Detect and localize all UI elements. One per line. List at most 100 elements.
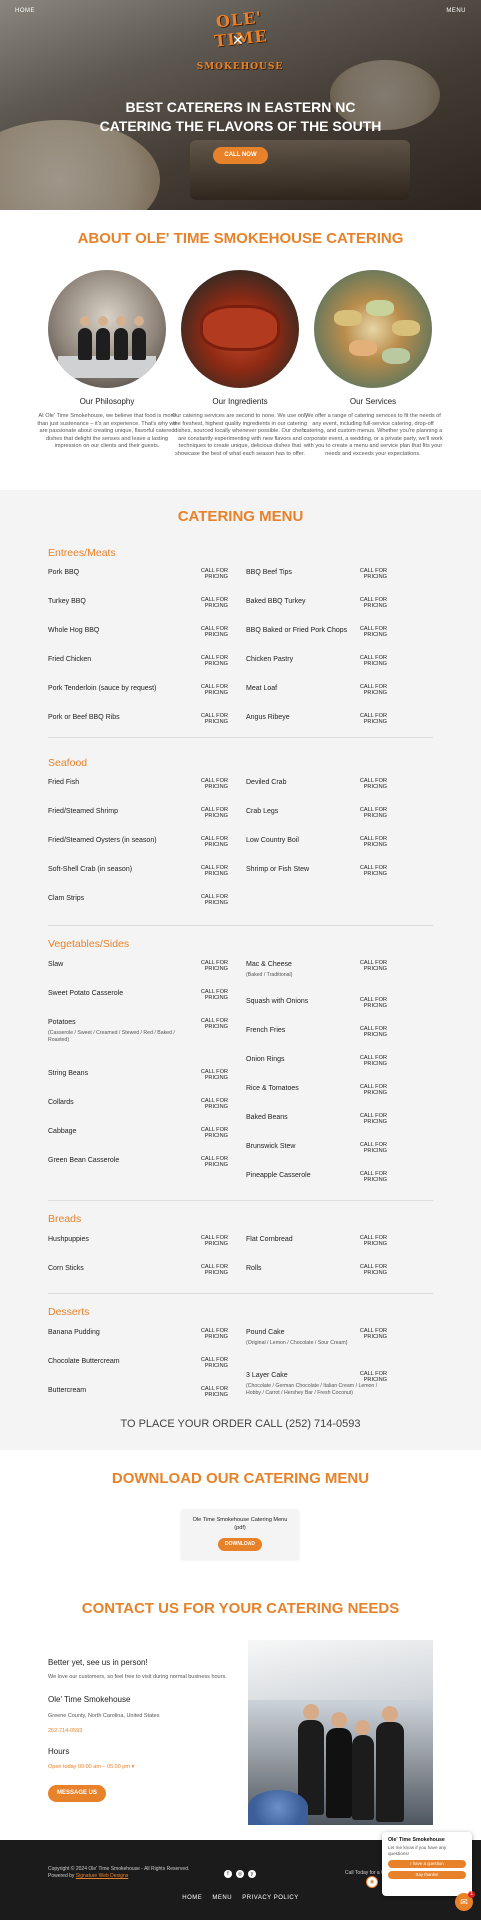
order-phone-text: TO PLACE YOUR ORDER CALL (252) 714-0593 — [120, 1418, 361, 1430]
chevron-down-icon: ▾ — [131, 1764, 135, 1770]
menu-item-price: CALL FOR PRICING — [200, 865, 228, 877]
photo-head — [382, 1706, 398, 1722]
menu-item-price: CALL FOR PRICING — [359, 1055, 387, 1067]
phone-link[interactable]: 252-714-0593 — [48, 1728, 82, 1734]
menu-item: Clam Strips — [48, 895, 188, 902]
chat-thanks-button[interactable]: Say thanks! — [388, 1871, 466, 1879]
menu-item-name: Flat Cornbread — [246, 1236, 293, 1243]
menu-item-name: Shrimp or Fish Stew — [246, 866, 310, 873]
menu-item-name: Baked BBQ Turkey — [246, 598, 306, 605]
menu-item-name: Deviled Crab — [246, 779, 287, 786]
message-us-button[interactable]: MESSAGE US — [48, 1785, 106, 1802]
photo-dish — [382, 348, 410, 364]
menu-item-name: Angus Ribeye — [246, 714, 290, 721]
menu-item-name: Fried/Steamed Shrimp — [48, 808, 119, 815]
menu-item-price: CALL FOR PRICING — [200, 836, 228, 848]
menu-item-name: Crab Legs — [246, 808, 279, 815]
menu-item-name: Cabbage — [48, 1128, 77, 1135]
menu-item-price: CALL FOR PRICING — [359, 1264, 387, 1276]
facebook-icon[interactable]: f — [224, 1870, 232, 1878]
grilled-meat-photo — [181, 270, 299, 388]
menu-item-price: CALL FOR PRICING — [359, 1171, 387, 1183]
menu-item: Fried/Steamed Oysters (in season) — [48, 837, 188, 844]
chat-message: Let me know if you have any questions! — [388, 1845, 447, 1856]
menu-item-price: CALL FOR PRICING — [200, 1386, 228, 1398]
services-text: We offer a range of catering services to… — [303, 413, 443, 457]
services-heading: Our Services — [349, 397, 397, 406]
designer-link[interactable]: Signature Web Designs — [76, 1873, 128, 1879]
copyright-text: Copyright © 2024 Ole' Time Smokehouse - … — [48, 1866, 190, 1872]
menu-item-price: CALL FOR PRICING — [359, 1328, 387, 1340]
menu-item: Turkey BBQ — [48, 598, 188, 605]
photo-person — [326, 1728, 352, 1818]
menu-item-name: Collards — [48, 1099, 74, 1106]
download-button[interactable]: DOWNLOAD — [218, 1538, 262, 1551]
menu-item-price: CALL FOR PRICING — [200, 807, 228, 819]
ingredients-heading: Our Ingredients — [212, 397, 268, 406]
menu-item: Soft-Shell Crab (in season) — [48, 866, 188, 873]
menu-item: Slaw — [48, 961, 188, 968]
hero-subheadline: CATERING THE FLAVORS OF THE SOUTH — [99, 118, 382, 134]
photo-dish — [334, 310, 362, 326]
chat-button[interactable]: ✉ 1 — [455, 1891, 475, 1911]
photo-person — [78, 328, 92, 360]
ingredients-text: Our catering services are second to none… — [171, 413, 309, 457]
menu-item-price: CALL FOR PRICING — [200, 1156, 228, 1168]
chat-popup: Ole' Time Smokehouse Let me know if you … — [382, 1832, 472, 1896]
chat-question-button[interactable]: I have a question — [388, 1860, 466, 1868]
menu-item-name: Clam Strips — [48, 895, 85, 902]
menu-item-price: CALL FOR PRICING — [200, 655, 228, 667]
menu-item: Hushpuppies — [48, 1236, 188, 1243]
menu-category-title: Breads — [48, 1213, 82, 1225]
menu-item-name: Brunswick Stew — [246, 1143, 296, 1150]
business-name: Ole' Time Smokehouse — [48, 1695, 131, 1704]
contact-welcome: We love our customers, so feel free to v… — [48, 1674, 227, 1680]
business-location: Greene County, North Carolina, United St… — [48, 1713, 160, 1719]
instagram-icon[interactable]: ◎ — [236, 1870, 244, 1878]
menu-item-price: CALL FOR PRICING — [359, 568, 387, 580]
powered-by: Powered by Signature Web Designs — [48, 1873, 189, 1880]
menu-item-price: CALL FOR PRICING — [200, 1235, 228, 1247]
download-card: Ole Time Smokehouse Catering Menu (pdf) … — [181, 1510, 299, 1560]
buffet-photo — [314, 270, 432, 388]
menu-item-price: CALL FOR PRICING — [359, 655, 387, 667]
menu-item: Pork Tenderloin (sauce by request) — [48, 685, 188, 692]
yelp-icon[interactable]: y — [248, 1870, 256, 1878]
menu-item-price: CALL FOR PRICING — [200, 1069, 228, 1081]
menu-item-price: CALL FOR PRICING — [359, 1084, 387, 1096]
contact-subhead: Better yet, see us in person! — [48, 1658, 148, 1667]
photo-person — [376, 1722, 404, 1822]
photo-flowers — [248, 1790, 308, 1825]
footer-link-menu[interactable]: MENU — [212, 1895, 232, 1901]
menu-item: Banana Pudding — [48, 1329, 188, 1336]
menu-item: Corn Sticks — [48, 1265, 188, 1272]
chat-bubble-icon: ✉ — [460, 1897, 468, 1907]
chat-business-name: Ole' Time Smokehouse — [388, 1837, 445, 1843]
menu-item-name: Soft-Shell Crab (in season) — [48, 866, 133, 873]
menu-item-name: Buttercream — [48, 1387, 87, 1394]
photo-dish — [366, 300, 394, 316]
menu-item-name: Pound Cake — [246, 1329, 285, 1336]
menu-item-name: Slaw — [48, 961, 64, 968]
call-now-button[interactable]: CALL NOW — [213, 147, 268, 164]
menu-item-options: (Chocolate / German Chocolate / Italian … — [246, 1383, 378, 1396]
menu-item-price: CALL FOR PRICING — [359, 865, 387, 877]
menu-item-price: CALL FOR PRICING — [200, 1098, 228, 1110]
footer-link-privacy[interactable]: PRIVACY POLICY — [242, 1895, 298, 1901]
hours-dropdown[interactable]: Open today 09:00 am – 05:00 pm ▾ — [48, 1764, 134, 1770]
hero-section: HOME MENU OLE' TIME ✕ SMOKEHOUSE BEST CA… — [0, 0, 481, 210]
nav-menu-button[interactable]: MENU — [446, 8, 466, 14]
download-file-name: Ole Time Smokehouse Catering Menu (pdf) — [192, 1517, 288, 1531]
menu-item-price: CALL FOR PRICING — [359, 1371, 387, 1383]
nav-home-link[interactable]: HOME — [15, 8, 35, 14]
menu-item: Chocolate Buttercream — [48, 1358, 188, 1365]
photo-person — [114, 328, 128, 360]
menu-category-title: Desserts — [48, 1306, 90, 1318]
menu-item-name: Squash with Onions — [246, 998, 309, 1005]
menu-item-name: Chicken Pastry — [246, 656, 294, 663]
menu-item-options: (Casserole / Sweet / Creamed / Stewed / … — [48, 1030, 175, 1043]
team-event-photo — [248, 1640, 433, 1825]
about-title: ABOUT OLE' TIME SMOKEHOUSE CATERING — [77, 230, 404, 247]
footer-link-home[interactable]: HOME — [182, 1895, 202, 1901]
menu-item-name: Sweet Potato Casserole — [48, 990, 124, 997]
